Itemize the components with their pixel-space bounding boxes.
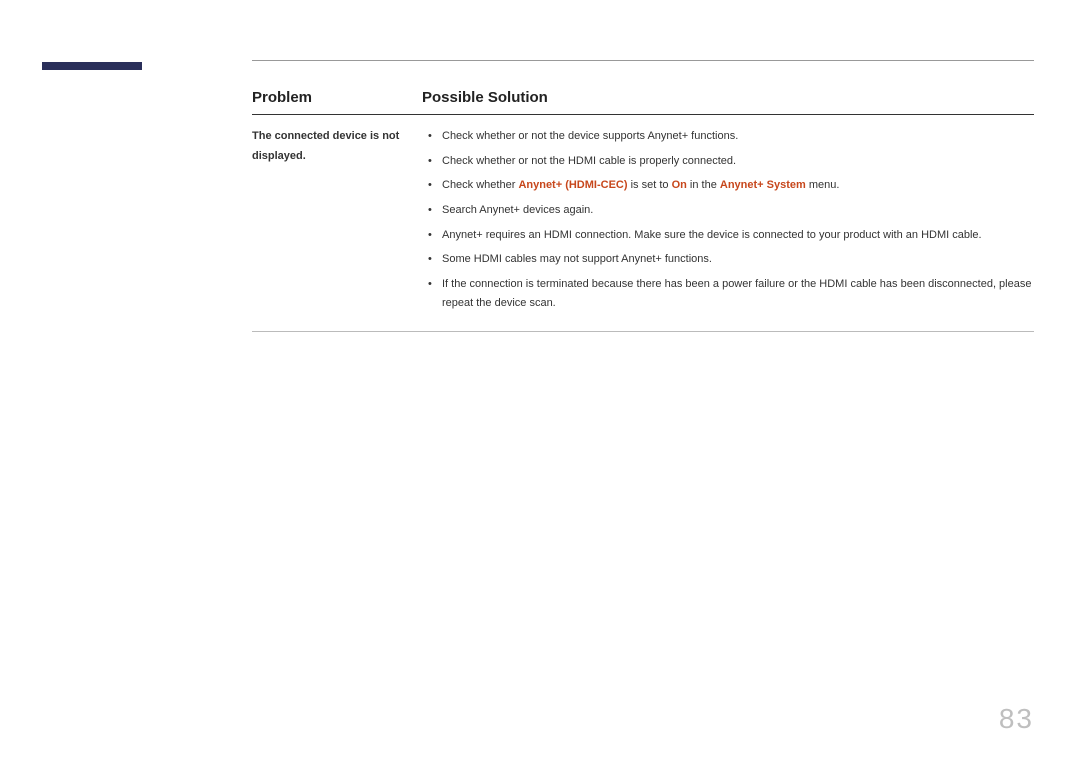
accent-bar (42, 62, 142, 70)
top-divider (252, 60, 1034, 61)
header-solution: Possible Solution (422, 89, 1034, 115)
highlight-text: On (672, 179, 687, 191)
header-problem: Problem (252, 89, 422, 115)
page-number: 83 (999, 703, 1034, 735)
list-item: Check whether Anynet+ (HDMI-CEC) is set … (426, 176, 1034, 195)
highlight-text: Anynet+ System (720, 179, 806, 191)
troubleshooting-table: Problem Possible Solution The connected … (252, 89, 1034, 332)
solution-cell: Check whether or not the device supports… (422, 115, 1034, 332)
list-item: Check whether or not the device supports… (426, 127, 1034, 146)
content-area: Problem Possible Solution The connected … (252, 60, 1034, 332)
list-item: Check whether or not the HDMI cable is p… (426, 152, 1034, 171)
list-item: Search Anynet+ devices again. (426, 201, 1034, 220)
solution-list: Check whether or not the device supports… (422, 127, 1034, 313)
list-item: Some HDMI cables may not support Anynet+… (426, 250, 1034, 269)
table-row: The connected device is not displayed. C… (252, 115, 1034, 332)
list-item: If the connection is terminated because … (426, 275, 1034, 312)
list-item: Anynet+ requires an HDMI connection. Mak… (426, 226, 1034, 245)
problem-text: The connected device is not displayed. (252, 115, 422, 332)
highlight-text: Anynet+ (HDMI-CEC) (518, 179, 627, 191)
